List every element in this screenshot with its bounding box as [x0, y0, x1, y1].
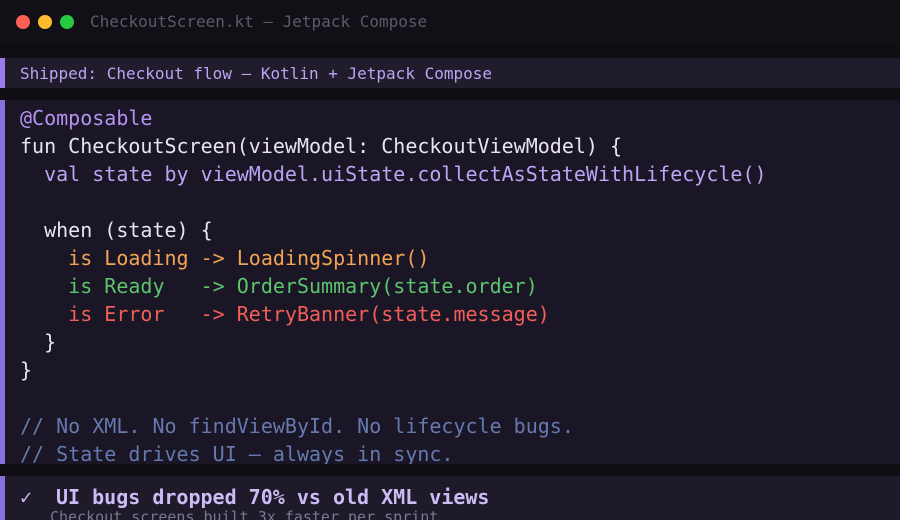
code-line: }	[20, 328, 767, 356]
code-line: is Ready -> OrderSummary(state.order)	[20, 272, 767, 300]
code-accent-bar	[0, 100, 5, 464]
code-line: val state by viewModel.uiState.collectAs…	[20, 160, 767, 188]
divider	[0, 44, 900, 58]
banner-accent-bar	[0, 58, 5, 88]
result-panel: ✓ UI bugs dropped 70% vs old XML views C…	[0, 476, 900, 520]
close-window-button[interactable]	[16, 15, 30, 29]
code-panel: @Composable fun CheckoutScreen(viewModel:…	[0, 100, 900, 466]
code-line: when (state) {	[20, 216, 767, 244]
code-token: is Ready -> OrderSummary(state.order)	[20, 274, 538, 298]
code-lines: @Composable fun CheckoutScreen(viewModel:…	[20, 104, 767, 468]
code-token: // No XML. No findViewById. No lifecycle…	[20, 414, 574, 438]
result-headline: UI bugs dropped 70% vs old XML views	[56, 485, 490, 509]
minimize-window-button[interactable]	[38, 15, 52, 29]
code-line: is Error -> RetryBanner(state.message)	[20, 300, 767, 328]
shipped-banner: Shipped: Checkout flow — Kotlin + Jetpac…	[0, 58, 900, 88]
maximize-window-button[interactable]	[60, 15, 74, 29]
checkmark-icon: ✓	[20, 485, 33, 509]
code-line: fun CheckoutScreen(viewModel: CheckoutVi…	[20, 132, 767, 160]
code-token: when (state) {	[20, 218, 213, 242]
banner-text: Shipped: Checkout flow — Kotlin + Jetpac…	[20, 64, 493, 83]
code-token: }	[20, 330, 57, 354]
code-token: val state by viewModel.uiState.collectAs…	[20, 162, 767, 186]
divider	[0, 464, 900, 476]
code-token: is Loading -> LoadingSpinner()	[20, 246, 430, 270]
code-line: is Loading -> LoadingSpinner()	[20, 244, 767, 272]
code-token: }	[20, 358, 33, 382]
result-subline: Checkout screens built 3x faster per spr…	[50, 508, 439, 520]
result-accent-bar	[0, 476, 5, 520]
divider	[0, 88, 900, 100]
code-line: // No XML. No findViewById. No lifecycle…	[20, 412, 767, 440]
code-token: // State drives UI — always in sync.	[20, 442, 454, 466]
code-token: is Error -> RetryBanner(state.message)	[20, 302, 550, 326]
window-titlebar: CheckoutScreen.kt — Jetpack Compose	[0, 0, 900, 44]
code-token: fun CheckoutScreen(viewModel: CheckoutVi…	[20, 134, 623, 158]
window-title: CheckoutScreen.kt — Jetpack Compose	[90, 12, 428, 31]
code-line: }	[20, 356, 767, 384]
code-line: @Composable	[20, 104, 767, 132]
code-token: @Composable	[20, 106, 153, 130]
